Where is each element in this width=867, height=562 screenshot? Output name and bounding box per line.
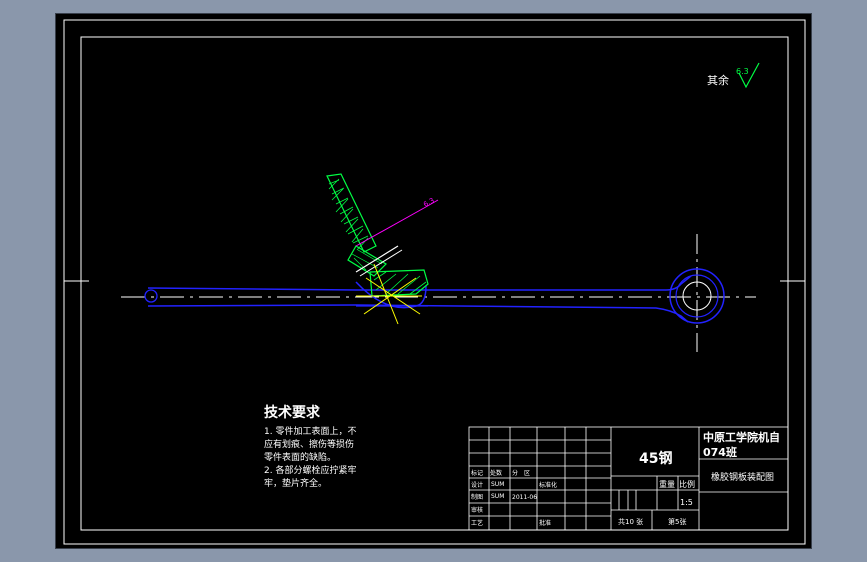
class-name: 074班 — [703, 445, 737, 459]
total-sheets: 共10 张 — [618, 517, 643, 526]
tb-zone: 分 区 — [512, 469, 530, 477]
title-block-text: 45钢 中原工学院机自 074班 橡胶钢板装配图 重量 比例 1:5 共10 张… — [471, 430, 780, 527]
tech-req-line: 2. 各部分螺栓应拧紧牢 — [264, 464, 356, 476]
sheet-number: 第5张 — [668, 517, 686, 526]
tb-design: 设计 — [471, 481, 483, 489]
cad-viewport[interactable]: 其余 6.3 6.3 技术要求 1. 零件加工表面上，不 应有划痕、擦伤等损伤 … — [55, 13, 812, 549]
drawing-name: 橡胶钢板装配图 — [711, 471, 774, 483]
surface-value: 6.3 — [736, 67, 749, 76]
tech-req-title: 技术要求 — [264, 404, 321, 421]
tb-design-name: SUM — [491, 481, 504, 488]
assembly-drawing: 6.3 — [121, 173, 756, 352]
tb-approve: 批准 — [539, 519, 551, 527]
tech-req-line: 应有划痕、擦伤等损伤 — [264, 438, 354, 450]
tb-review: 审核 — [471, 506, 483, 514]
tb-date: 2011-06 — [512, 494, 537, 501]
surface-label: 其余 — [707, 73, 729, 87]
scale-value: 1:5 — [680, 498, 693, 507]
tb-drafting-name: SUM — [491, 493, 504, 500]
tech-req-line: 1. 零件加工表面上，不 — [264, 425, 356, 437]
left-end-circle — [144, 289, 158, 303]
tb-process: 工艺 — [471, 519, 483, 527]
spring-bar-top — [147, 275, 692, 291]
weight-label: 重量 — [659, 479, 675, 489]
surface-roughness-note: 其余 6.3 — [707, 62, 760, 89]
leader-value: 6.3 — [422, 196, 436, 208]
tb-standard: 标准化 — [539, 481, 557, 489]
bracket-arm — [326, 173, 429, 297]
technical-requirements: 技术要求 1. 零件加工表面上，不 应有划痕、擦伤等损伤 零件表面的缺陷。 2.… — [264, 404, 356, 489]
tb-drafting: 制图 — [471, 493, 483, 501]
scale-label: 比例 — [679, 479, 695, 489]
tb-mark: 标记 — [471, 469, 483, 477]
material-label: 45钢 — [639, 450, 672, 467]
tech-req-line: 牢，垫片齐全。 — [264, 477, 327, 489]
school-name: 中原工学院机自 — [703, 430, 780, 444]
spring-bar-bottom — [147, 304, 689, 323]
tb-count: 处数 — [490, 469, 502, 477]
drawing-canvas: 其余 6.3 6.3 技术要求 1. 零件加工表面上，不 应有划痕、擦伤等损伤 … — [63, 19, 806, 545]
tech-req-line: 零件表面的缺陷。 — [264, 451, 336, 463]
